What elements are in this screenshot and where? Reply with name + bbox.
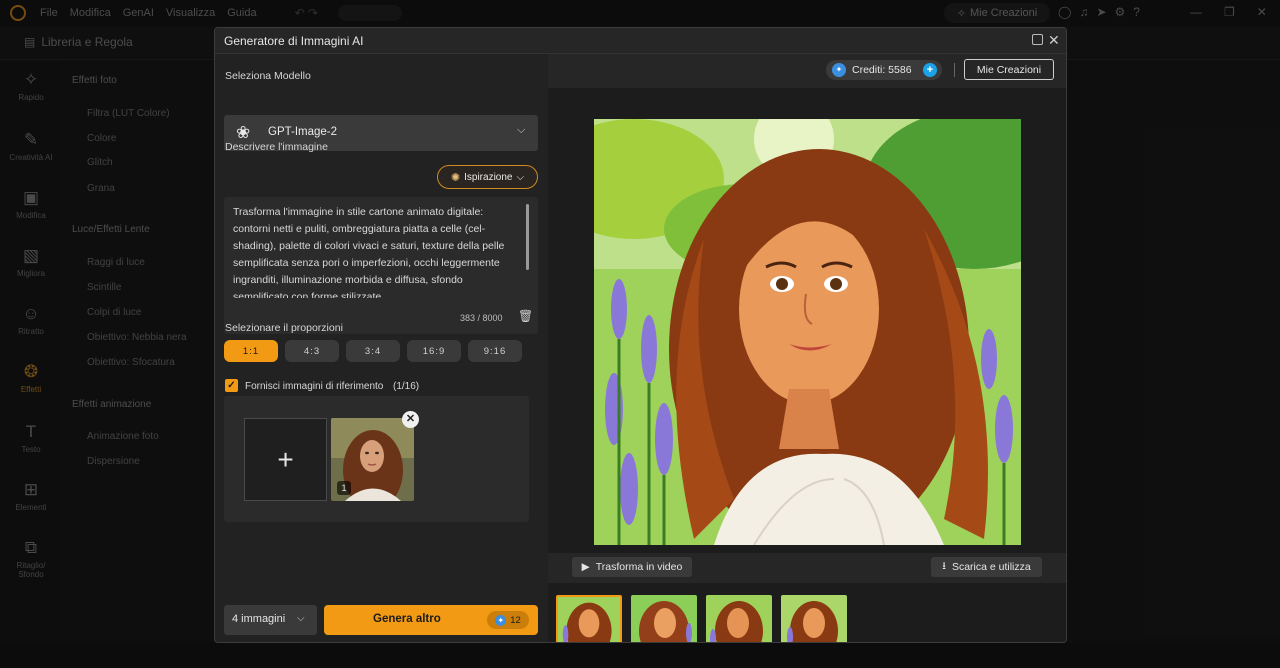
inspiration-button[interactable]: ✺ Ispirazione ⌵	[437, 165, 538, 189]
ratio-option-1-1[interactable]: 1:1	[224, 340, 278, 362]
image-count-dropdown[interactable]: 4 immagini ⌵	[224, 605, 317, 635]
ratio-option-3-4[interactable]: 3:4	[346, 340, 400, 362]
ratio-label: Selezionare il proporzioni	[225, 322, 343, 334]
result-thumbnail-image	[631, 595, 697, 642]
credits-value: Crediti: 5586	[852, 64, 912, 76]
chevron-down-icon: ⌵	[516, 171, 525, 183]
dialog-title-bar: Generatore di Immagini AI ✕	[215, 28, 1066, 54]
mie-creazioni-button[interactable]: Mie Creazioni	[964, 59, 1054, 80]
maximize-icon[interactable]	[1032, 34, 1043, 45]
dialog-title: Generatore di Immagini AI	[224, 34, 364, 48]
model-label: Seleziona Modello	[225, 70, 311, 82]
generated-image	[594, 119, 1021, 545]
reference-count: (1/16)	[393, 381, 420, 392]
remove-reference-icon[interactable]: ✕	[402, 411, 419, 428]
generate-label: Genera altro	[373, 613, 441, 625]
add-credits-icon[interactable]: +	[923, 63, 937, 77]
model-name: GPT-Image-2	[268, 126, 338, 138]
prompt-scrollbar[interactable]	[526, 204, 529, 270]
generate-cost-value: 12	[510, 614, 521, 626]
preview-actions-bar: ▶ Trasforma in video ⭳ Scarica e utilizz…	[548, 553, 1066, 583]
reference-checkbox[interactable]: ✓	[225, 379, 238, 392]
preview-pane: ✦ Crediti: 5586 + Mie Creazioni ▶ Trasfo…	[548, 54, 1066, 642]
preview-toolbar: ✦ Crediti: 5586 + Mie Creazioni	[548, 54, 1066, 88]
ai-image-generator-dialog: Generatore di Immagini AI ✕ Seleziona Mo…	[214, 27, 1067, 643]
openai-icon: ❀	[236, 123, 251, 142]
reference-images-area: + 1 ✕	[224, 396, 529, 522]
generator-settings-pane: Seleziona Modello ❀ GPT-Image-2 ⌵ Descri…	[215, 54, 548, 642]
result-thumbnail[interactable]	[556, 595, 622, 642]
credits-badge: ✦ Crediti: 5586 +	[826, 60, 942, 80]
prompt-text[interactable]: Trasforma l'immagine in stile cartone an…	[233, 204, 521, 298]
download-label: Scarica e utilizza	[951, 561, 1031, 573]
credit-icon: ✦	[495, 614, 507, 626]
generate-button[interactable]: Genera altro ✦ 12	[324, 605, 538, 635]
credit-icon: ✦	[832, 63, 846, 77]
ratio-option-4-3[interactable]: 4:3	[285, 340, 339, 362]
video-label: Trasforma in video	[595, 561, 683, 573]
result-thumbnail[interactable]	[706, 595, 772, 642]
result-thumbnail-image	[558, 597, 620, 642]
result-thumbnail-image	[706, 595, 772, 642]
chevron-down-icon: ⌵	[297, 613, 305, 624]
generate-cost-badge: ✦ 12	[487, 611, 529, 629]
image-count-label: 4 immagini	[232, 613, 286, 625]
result-thumbnail-image	[781, 595, 847, 642]
prompt-textarea[interactable]: Trasforma l'immagine in stile cartone an…	[224, 197, 538, 334]
close-icon[interactable]: ✕	[1048, 31, 1060, 49]
character-count: 383 / 8000	[460, 313, 503, 323]
result-thumbnail[interactable]	[781, 595, 847, 642]
video-icon: ▶	[581, 561, 590, 573]
add-reference-button[interactable]: +	[244, 418, 327, 501]
transform-to-video-button[interactable]: ▶ Trasforma in video	[572, 557, 692, 577]
plus-icon: +	[277, 443, 294, 475]
download-icon: ⭳	[942, 560, 946, 572]
describe-label: Descrivere l'immagine	[225, 141, 328, 153]
ratio-option-16-9[interactable]: 16:9	[407, 340, 461, 362]
result-thumbnail[interactable]	[631, 595, 697, 642]
lightbulb-icon: ✺	[450, 171, 461, 184]
divider	[954, 63, 955, 77]
reference-label: Fornisci immagini di riferimento	[245, 381, 384, 392]
trash-icon[interactable]: 🗑	[518, 309, 533, 323]
reference-index-badge: 1	[337, 481, 351, 495]
download-button[interactable]: ⭳ Scarica e utilizza	[931, 557, 1042, 577]
chevron-down-icon: ⌵	[517, 124, 526, 136]
generated-image-preview[interactable]	[594, 119, 1021, 545]
inspiration-label: Ispirazione	[464, 171, 513, 183]
ratio-option-9-16[interactable]: 9:16	[468, 340, 522, 362]
